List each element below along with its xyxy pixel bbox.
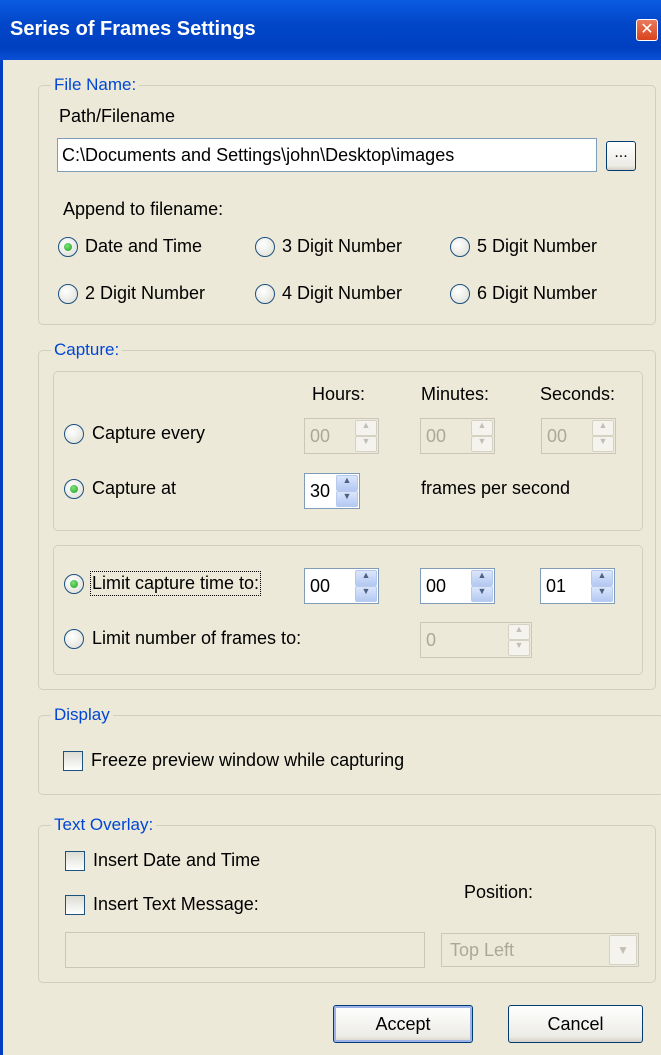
spin-up-icon[interactable]: ▲	[471, 420, 493, 436]
position-value: Top Left	[450, 940, 515, 960]
text-message-box[interactable]	[66, 933, 424, 967]
limit-seconds-spinner[interactable]: 01 ▲ ▼	[540, 568, 615, 604]
every-minutes-value: 00	[426, 425, 447, 446]
radio-2-digit-label: 2 Digit Number	[85, 283, 206, 303]
spin-down-icon[interactable]: ▼	[336, 491, 358, 507]
cancel-button[interactable]: Cancel	[508, 1005, 643, 1043]
every-minutes-spinner[interactable]: 00 ▲ ▼	[420, 418, 495, 454]
radio-date-time-label: Date and Time	[85, 236, 203, 256]
seconds-label: Seconds:	[540, 384, 616, 404]
radio-5-digit-label: 5 Digit Number	[477, 236, 598, 256]
spin-down-icon[interactable]: ▼	[508, 640, 530, 656]
spin-down-icon[interactable]: ▼	[471, 436, 493, 452]
insert-text-checkbox[interactable]	[65, 895, 85, 915]
spin-up-icon[interactable]: ▲	[336, 475, 358, 491]
spin-down-icon[interactable]: ▼	[592, 436, 614, 452]
path-input[interactable]	[57, 138, 597, 172]
display-legend: Display	[51, 705, 113, 725]
limit-frames-value: 0	[426, 629, 437, 650]
spin-down-icon[interactable]: ▼	[355, 586, 377, 602]
display-group: Display Freeze preview window while capt…	[38, 705, 661, 795]
spin-down-icon[interactable]: ▼	[591, 586, 613, 602]
close-icon: ✕	[640, 21, 654, 38]
spin-down-icon[interactable]: ▼	[355, 436, 377, 452]
radio-6-digit-label: 6 Digit Number	[477, 283, 598, 303]
fps-label: frames per second	[421, 478, 571, 498]
radio-4-digit-label: 4 Digit Number	[282, 283, 403, 303]
capture-every-label: Capture every	[92, 423, 206, 443]
every-seconds-value: 00	[547, 425, 568, 446]
limit-time-label: Limit capture time to:	[89, 571, 262, 596]
insert-text-label: Insert Text Message:	[93, 894, 259, 914]
radio-limit-frames[interactable]	[64, 629, 84, 649]
position-label: Position:	[464, 882, 534, 902]
title-bar: Series of Frames Settings ✕	[0, 0, 661, 60]
append-label: Append to filename:	[63, 199, 224, 219]
radio-limit-time[interactable]	[64, 574, 84, 594]
accept-button[interactable]: Accept	[333, 1005, 473, 1043]
chevron-down-icon[interactable]: ▼	[609, 935, 637, 965]
insert-date-checkbox[interactable]	[65, 851, 85, 871]
spin-up-icon[interactable]: ▲	[592, 420, 614, 436]
freeze-preview-label: Freeze preview window while capturing	[91, 750, 405, 770]
radio-3-digit-label: 3 Digit Number	[282, 236, 403, 256]
radio-2-digit[interactable]	[58, 284, 78, 304]
every-hours-value: 00	[310, 425, 331, 446]
radio-4-digit[interactable]	[255, 284, 275, 304]
path-label: Path/Filename	[59, 106, 176, 126]
file-name-group: File Name: Path/Filename ... Append to f…	[38, 75, 656, 325]
radio-date-time[interactable]	[58, 237, 78, 257]
spin-up-icon[interactable]: ▲	[471, 570, 493, 586]
radio-3-digit[interactable]	[255, 237, 275, 257]
limit-hours-spinner[interactable]: 00 ▲ ▼	[304, 568, 379, 604]
capture-group: Capture: Hours: Minutes: Seconds: Captur…	[38, 340, 656, 690]
spin-up-icon[interactable]: ▲	[355, 570, 377, 586]
radio-capture-at[interactable]	[64, 479, 84, 499]
spin-up-icon[interactable]: ▲	[508, 624, 530, 640]
limit-frames-label: Limit number of frames to:	[92, 628, 302, 648]
radio-6-digit[interactable]	[450, 284, 470, 304]
text-overlay-legend: Text Overlay:	[51, 815, 157, 835]
text-overlay-group: Text Overlay: Insert Date and Time Inser…	[38, 815, 656, 983]
path-input-box[interactable]	[58, 139, 596, 171]
window-title: Series of Frames Settings	[10, 18, 256, 40]
capture-at-label: Capture at	[92, 478, 177, 498]
capture-rate-box: Hours: Minutes: Seconds: Capture every 0…	[53, 371, 643, 531]
minutes-label: Minutes:	[421, 384, 490, 404]
hours-label: Hours:	[312, 384, 366, 404]
fps-value: 30	[310, 480, 331, 501]
file-name-legend: File Name:	[51, 75, 140, 95]
fps-spinner[interactable]: 30 ▲ ▼	[304, 473, 360, 509]
radio-capture-every[interactable]	[64, 424, 84, 444]
limit-box: Limit capture time to: 00 ▲ ▼ 00 ▲ ▼ 01 ▲ ▼…	[53, 545, 643, 675]
limit-hours-value: 00	[310, 575, 331, 596]
spin-up-icon[interactable]: ▲	[355, 420, 377, 436]
dialog-body: File Name: Path/Filename ... Append to f…	[0, 60, 661, 1055]
capture-legend: Capture:	[51, 340, 123, 360]
radio-5-digit[interactable]	[450, 237, 470, 257]
spin-down-icon[interactable]: ▼	[471, 586, 493, 602]
close-button[interactable]: ✕	[636, 19, 658, 41]
freeze-preview-checkbox[interactable]	[63, 751, 83, 771]
limit-minutes-value: 00	[426, 575, 447, 596]
browse-button[interactable]: ...	[606, 141, 636, 171]
text-message-input[interactable]	[65, 932, 425, 968]
spin-up-icon[interactable]: ▲	[591, 570, 613, 586]
position-select[interactable]: Top Left ▼	[441, 933, 639, 967]
limit-seconds-value: 01	[546, 575, 567, 596]
insert-date-label: Insert Date and Time	[93, 850, 261, 870]
every-seconds-spinner[interactable]: 00 ▲ ▼	[541, 418, 616, 454]
limit-minutes-spinner[interactable]: 00 ▲ ▼	[420, 568, 495, 604]
every-hours-spinner[interactable]: 00 ▲ ▼	[304, 418, 379, 454]
limit-frames-spinner[interactable]: 0 ▲ ▼	[420, 622, 532, 658]
